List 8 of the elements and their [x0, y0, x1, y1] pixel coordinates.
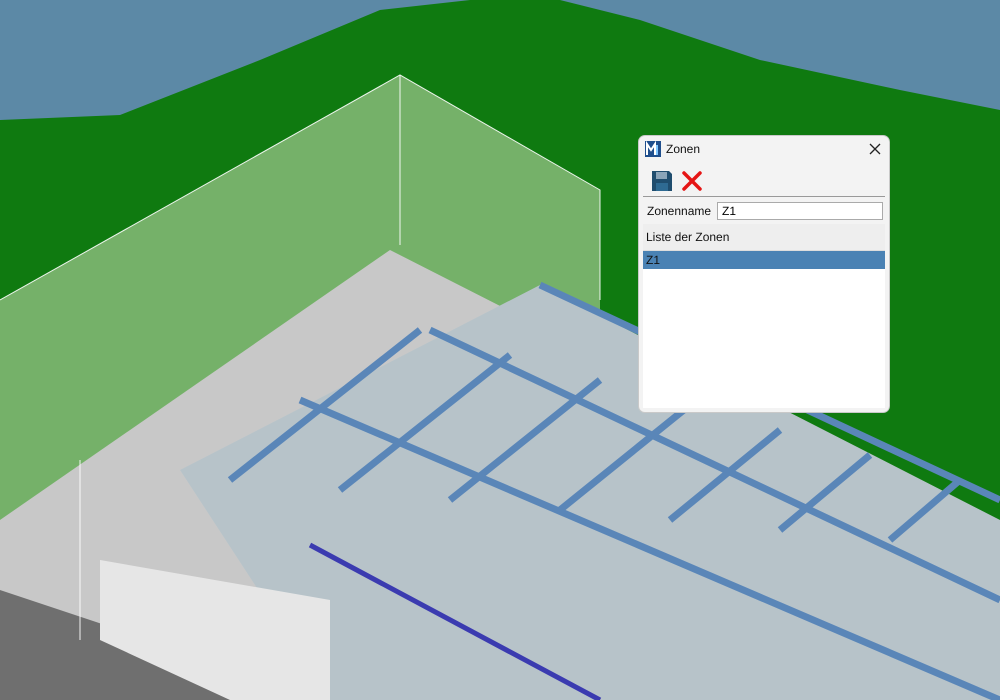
app-logo-icon: [645, 141, 661, 157]
zone-name-field[interactable]: Z1: [717, 202, 883, 220]
list-header: Liste der Zonen: [643, 224, 885, 251]
close-icon[interactable]: [869, 143, 881, 155]
list-item[interactable]: Z1: [643, 251, 885, 269]
delete-x-icon[interactable]: [681, 170, 703, 192]
zone-name-label: Zonenname: [647, 204, 712, 218]
window-title: Zonen: [666, 142, 702, 156]
